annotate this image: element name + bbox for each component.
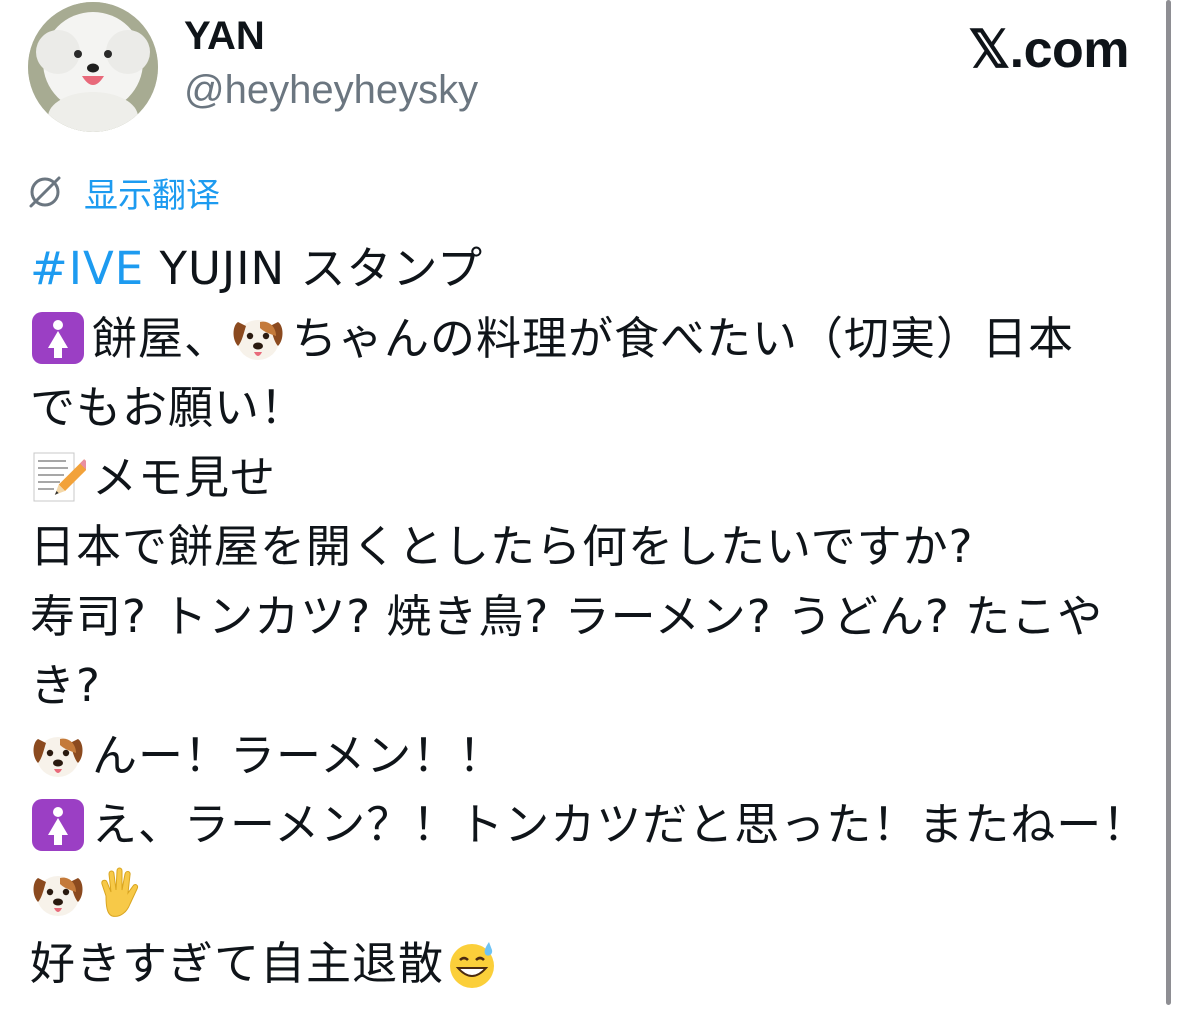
tweet-line-text: 日本で餅屋を開くとしたら何をしたいですか?: [30, 520, 974, 573]
raised-hand-icon: [92, 866, 148, 922]
x-logo: 𝕏.com: [968, 21, 1129, 79]
tweet-line-text: んー！ラーメン！！: [92, 728, 505, 782]
tweet-line-text: メモ見せ: [92, 450, 277, 504]
tweet-line: 日本で餅屋を開くとしたら何をしたいですか?: [30, 512, 1150, 582]
tweet-line-text: 餅屋、: [92, 311, 231, 365]
tweet-line: 寿司? トンカツ? 焼き鳥? ラーメン? うどん? たこや: [30, 582, 1150, 652]
womens-room-icon: [30, 310, 86, 366]
tweet-line-text: ちゃんの料理が食べたい（切実）日本: [292, 311, 1075, 365]
tweet-line: き?: [30, 651, 1150, 721]
tweet-line: でもお願い！: [30, 373, 1150, 443]
dog-face-icon: [30, 727, 86, 783]
scrollbar[interactable]: [1166, 0, 1171, 1005]
user-block[interactable]: YAN @heyheyheysky: [184, 12, 478, 114]
memo-icon: [30, 449, 86, 505]
tweet-line-text: 好きすぎて自主退散: [30, 937, 445, 990]
tweet-line: メモ見せ: [30, 443, 1150, 513]
tweet-line-text: 寿司? トンカツ? 焼き鳥? ラーメン? うどん? たこや: [30, 589, 1104, 643]
tweet-line-text: き?: [30, 659, 101, 712]
show-translation-button[interactable]: 显示翻译: [26, 170, 220, 216]
tweet-line: え、ラーメン？！トンカツだと思った！またねー！: [30, 790, 1150, 860]
display-name[interactable]: YAN: [184, 12, 478, 60]
translate-icon: [29, 176, 61, 208]
dog-face-icon: [30, 866, 86, 922]
dog-face-icon: [230, 310, 286, 366]
tweet-header: YAN @heyheyheysky 𝕏.com: [0, 0, 1179, 150]
tweet-line: んー！ラーメン！！: [30, 721, 1150, 791]
tweet-line-text: え、ラーメン？！トンカツだと思った！またねー！: [92, 798, 1149, 851]
tweet-line: #IVE YUJIN スタンプ: [30, 234, 1150, 304]
tweet-line: [30, 860, 1150, 930]
user-handle[interactable]: @heyheyheysky: [184, 66, 478, 114]
tweet-text: #IVE YUJIN スタンプ 餅屋、 ちゃんの料理が食べたい（切実）日本 でも…: [30, 234, 1150, 999]
avatar[interactable]: [28, 2, 158, 132]
grinning-sweat-icon: [444, 936, 500, 992]
tweet-line: 好きすぎて自主退散: [30, 929, 1150, 999]
tweet-line: 餅屋、 ちゃんの料理が食べたい（切実）日本: [30, 304, 1150, 374]
dog-avatar-icon: [28, 2, 158, 132]
show-translation-label: 显示翻译: [84, 175, 220, 216]
hashtag-link[interactable]: #IVE: [30, 234, 144, 304]
tweet-line-text: YUJIN スタンプ: [144, 242, 484, 295]
womens-room-icon: [30, 797, 86, 853]
tweet-line-text: でもお願い！: [30, 381, 307, 434]
